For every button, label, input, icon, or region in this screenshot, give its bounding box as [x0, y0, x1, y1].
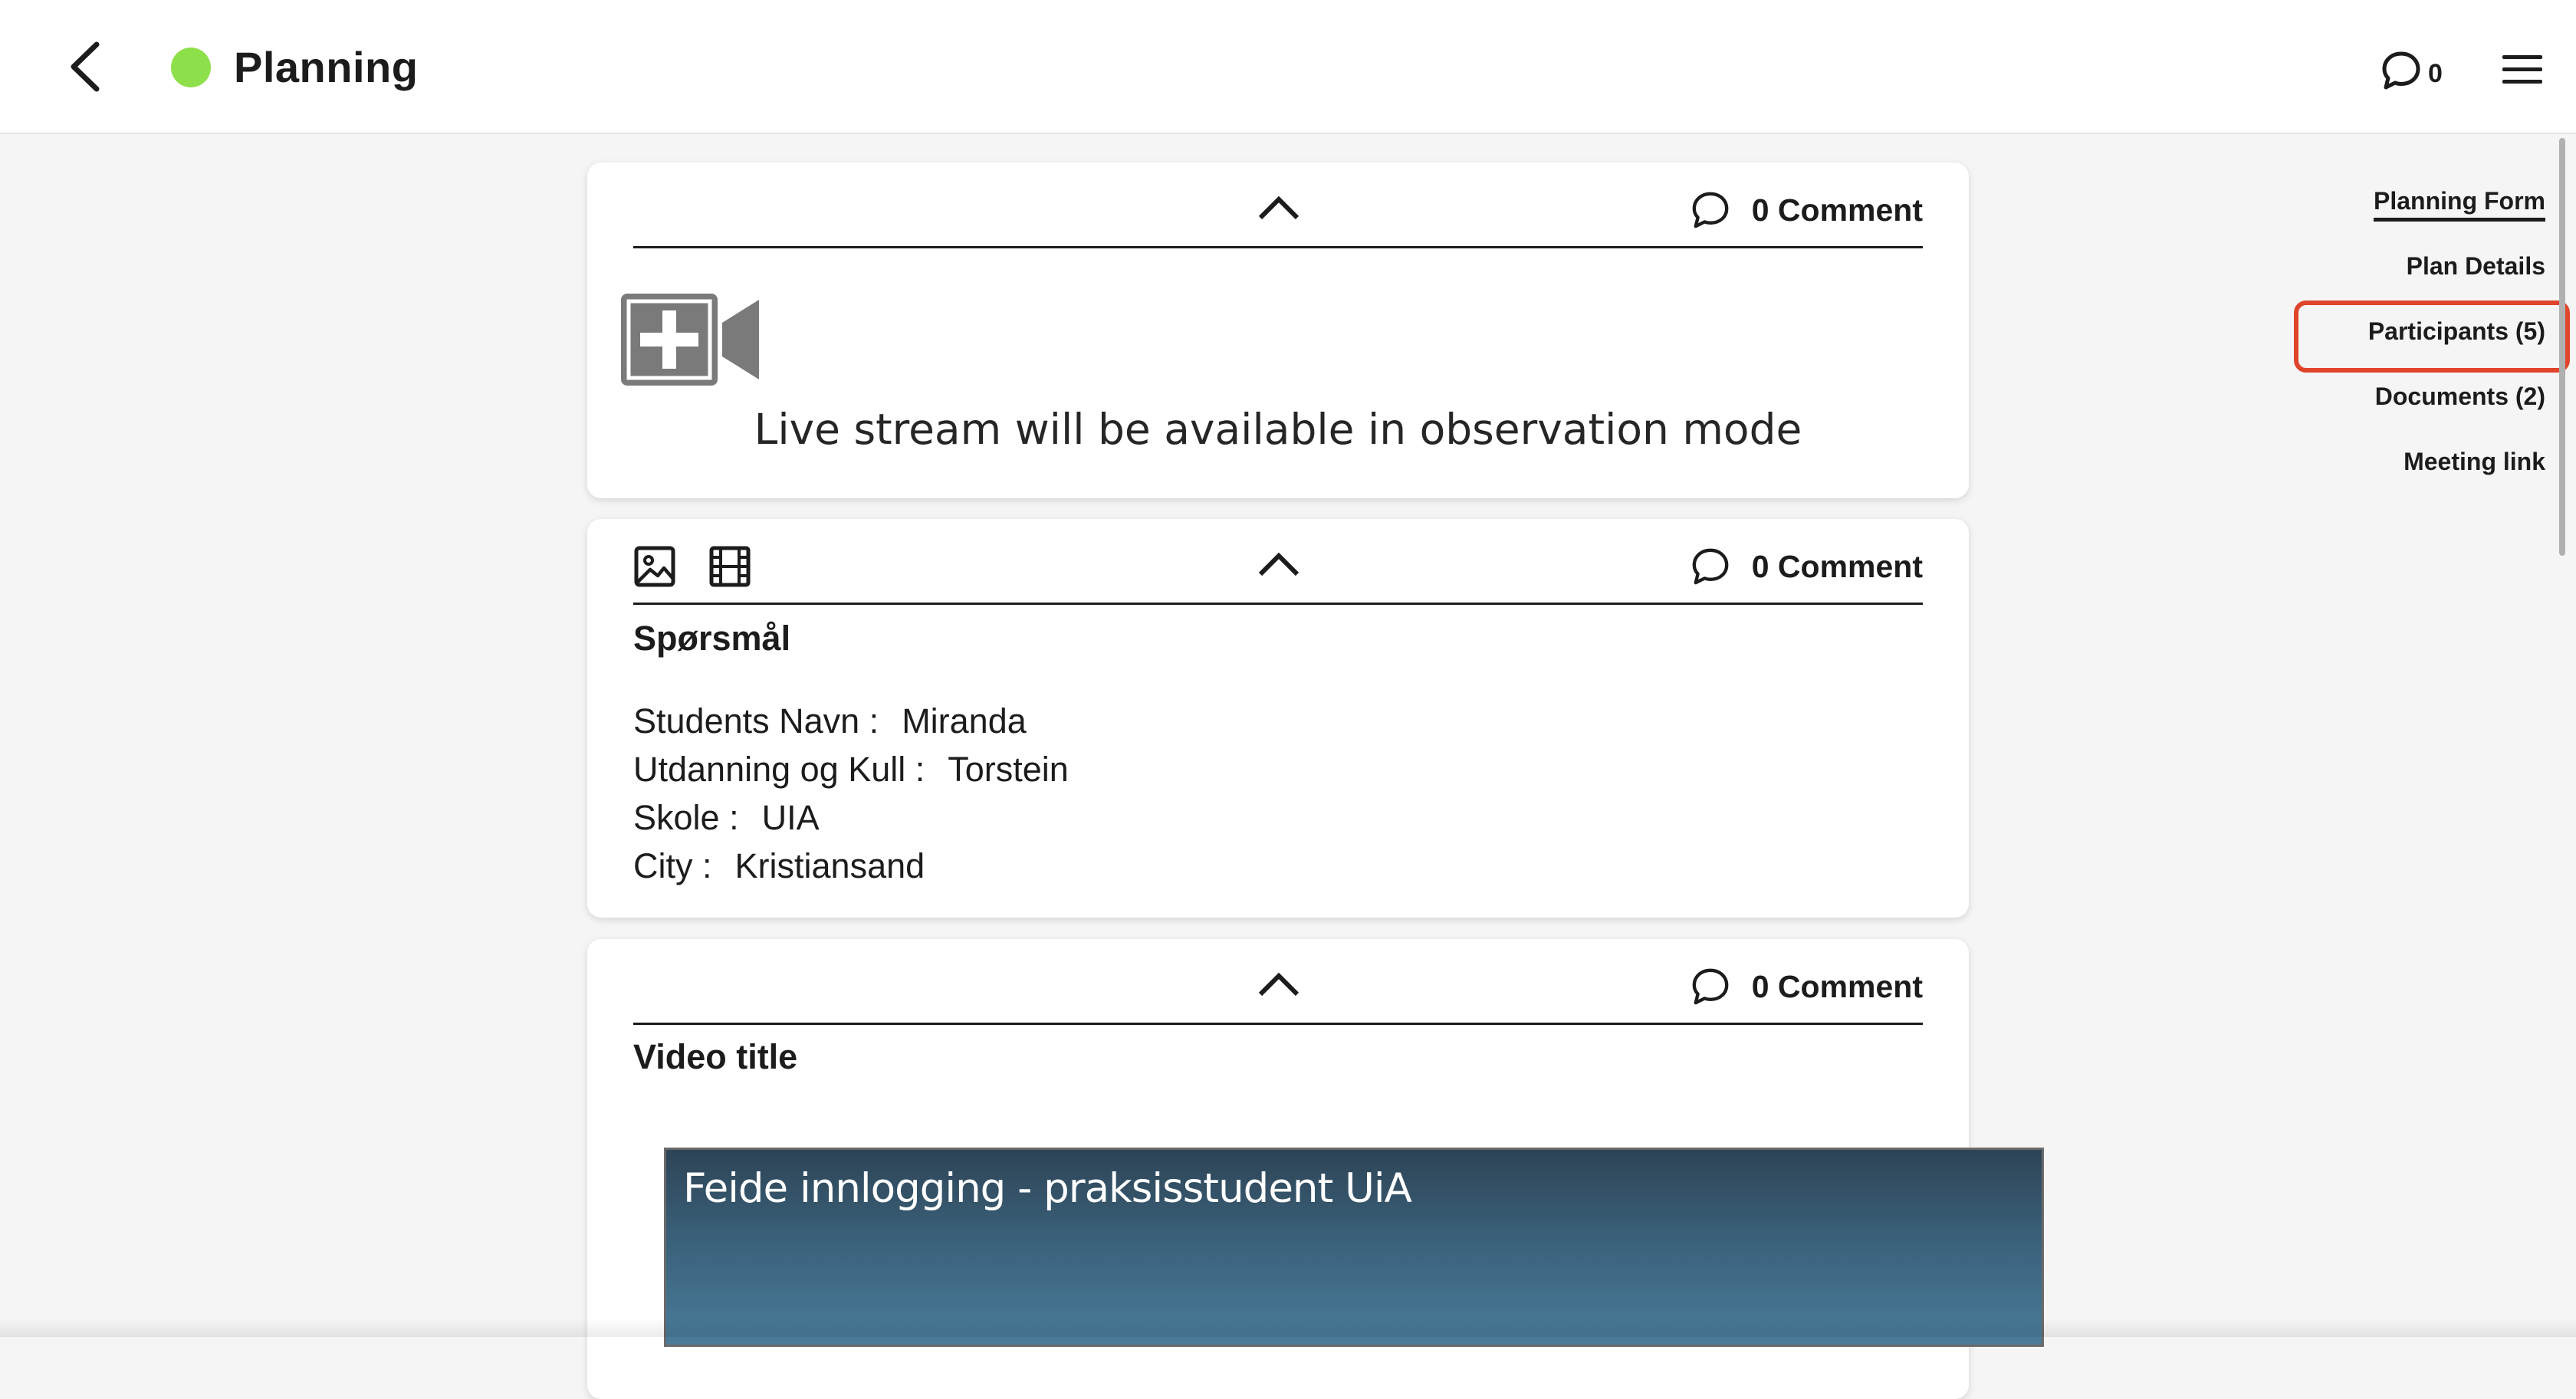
collapse-chevron-icon[interactable]	[1257, 548, 1300, 579]
field-value: UIA	[761, 798, 820, 837]
nav-item-label: Participants (5)	[2367, 317, 2545, 345]
card-toolbar: 0 Comment	[633, 163, 1923, 248]
section-heading: Spørsmål	[633, 619, 791, 658]
nav-item-label: Meeting link	[2404, 448, 2545, 475]
film-icon[interactable]	[708, 545, 751, 588]
nav-item-label: Planning Form	[2374, 187, 2545, 222]
field-row: Skole : UIA	[633, 793, 1069, 842]
collapse-chevron-icon[interactable]	[1257, 968, 1300, 999]
questions-card: 0 Comment Spørsmål Students Navn : Miran…	[587, 519, 1969, 918]
header-comments-button[interactable]: 0	[2380, 46, 2443, 95]
field-label: City :	[633, 846, 712, 885]
status-indicator	[171, 48, 211, 87]
nav-item-label: Plan Details	[2406, 252, 2545, 280]
scrollbar[interactable]	[2559, 138, 2565, 556]
video-embed-title: Feide innlogging - praksisstudent UiA	[683, 1165, 1412, 1212]
field-list: Students Navn : Miranda Utdanning og Kul…	[633, 697, 1069, 890]
livestream-message: Live stream will be available in observa…	[754, 405, 1802, 454]
back-button[interactable]	[54, 32, 115, 101]
comment-button[interactable]: 0 Comment	[1691, 189, 1923, 232]
nav-item-planning-form[interactable]: Planning Form	[2269, 181, 2545, 246]
comment-bubble-icon	[2382, 51, 2420, 90]
field-label: Students Navn :	[633, 701, 879, 741]
image-icon[interactable]	[633, 545, 676, 588]
nav-item-participants[interactable]: Participants (5)	[2269, 311, 2545, 376]
video-title: Video title	[633, 1037, 798, 1076]
nav-item-plan-details[interactable]: Plan Details	[2269, 246, 2545, 311]
comment-count-label: 0 Comment	[1751, 968, 1923, 1004]
comment-button[interactable]: 0 Comment	[1691, 965, 1923, 1008]
comment-count-label: 0 Comment	[1751, 192, 1923, 228]
nav-item-documents[interactable]: Documents (2)	[2269, 376, 2545, 442]
card-toolbar: 0 Comment	[633, 519, 1923, 605]
card-toolbar: 0 Comment	[633, 939, 1923, 1025]
video-player[interactable]: Feide innlogging - praksisstudent UiA	[664, 1148, 2044, 1347]
field-label: Utdanning og Kull :	[633, 750, 925, 789]
collapse-chevron-icon[interactable]	[1257, 192, 1300, 222]
page-title: Planning	[234, 43, 419, 91]
field-value: Torstein	[948, 750, 1069, 789]
media-icons	[633, 545, 751, 588]
nav-item-label: Documents (2)	[2374, 383, 2545, 410]
bottom-shadow	[0, 1319, 2576, 1337]
nav-item-meeting-link[interactable]: Meeting link	[2269, 442, 2545, 507]
comment-button[interactable]: 0 Comment	[1691, 545, 1923, 588]
header-comment-count: 0	[2428, 58, 2443, 88]
field-value: Miranda	[902, 701, 1027, 741]
comment-bubble-icon	[1692, 968, 1729, 1005]
section-nav: Planning Form Plan Details Participants …	[2269, 181, 2545, 507]
top-bar: Planning 0	[0, 0, 2576, 134]
comment-bubble-icon	[1692, 192, 1729, 228]
field-label: Skole :	[633, 798, 739, 837]
field-row: Students Navn : Miranda	[633, 697, 1069, 745]
comment-bubble-icon	[1692, 548, 1729, 585]
comment-count-label: 0 Comment	[1751, 548, 1923, 584]
chevron-left-icon	[71, 41, 100, 92]
hamburger-menu-icon[interactable]	[2501, 51, 2544, 89]
field-row: Utdanning og Kull : Torstein	[633, 745, 1069, 793]
field-value: Kristiansand	[734, 846, 925, 885]
field-row: City : Kristiansand	[633, 842, 1069, 890]
video-add-icon	[621, 294, 759, 386]
